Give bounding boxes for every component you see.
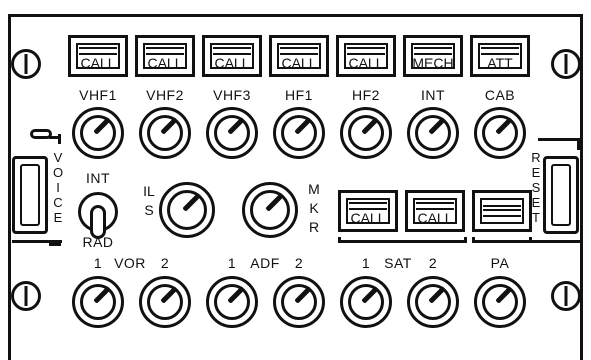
mkr-label: MKR [308,181,320,235]
call-button-label: MECH [412,55,454,71]
volume-knob-int[interactable] [407,107,459,159]
call-button-att[interactable]: ATT [470,35,530,77]
knob-label-vhf3: VHF3 [213,87,251,103]
call-button-label: CALL [281,55,317,71]
ils-volume-knob[interactable] [159,182,215,238]
call-button-label: CALL [348,55,384,71]
call-button-label: CALL [350,210,386,226]
volume-knob-vor2[interactable] [139,276,191,328]
pa-label: PA [490,255,510,271]
call-button-label: CALL [147,55,183,71]
call-button-vhf1[interactable]: CALL [68,35,128,77]
reset-switch[interactable] [543,156,579,234]
screw-icon-bottom-left [11,281,41,311]
mkr-volume-knob[interactable] [242,182,298,238]
reset-bracket-vertical [577,138,580,150]
volume-knob-sat1[interactable] [340,276,392,328]
volume-knob-sat2[interactable] [407,276,459,328]
call-button-hf1[interactable]: CALL [269,35,329,77]
volume-knob-adf2[interactable] [273,276,325,328]
screw-icon-top-right [551,49,581,79]
volume-knob-adf1[interactable] [206,276,258,328]
knob-label-cab: CAB [484,87,516,103]
reset-bracket-bottom [530,240,580,243]
call-button-label: CALL [214,55,250,71]
vor-1-label: 1 [93,255,103,271]
call-button-label: CALL [80,55,116,71]
volume-knob-vhf1[interactable] [72,107,124,159]
call-button-vhf2[interactable]: CALL [135,35,195,77]
pa-bracket [472,237,532,243]
pa-button[interactable] [472,190,532,232]
volume-knob-vhf3[interactable] [206,107,258,159]
volume-knob-hf2[interactable] [340,107,392,159]
voice-bracket-bottom [12,240,62,243]
knob-label-hf1: HF1 [285,87,313,103]
screw-icon-bottom-right [551,281,581,311]
voice-switch[interactable] [12,156,48,234]
knob-label-vhf1: VHF1 [79,87,117,103]
adf-1-label: 1 [227,255,237,271]
int-label: INT [85,170,111,186]
int-rad-toggle[interactable] [78,192,118,239]
reset-bracket [538,138,580,141]
vor-2-label: 2 [160,255,170,271]
sat-label: SAT [384,255,412,271]
call-button-label: CALL [417,210,453,226]
adf-2-label: 2 [294,255,304,271]
knob-label-int: INT [420,87,446,103]
ils-label: ILS [143,183,155,218]
call-button-sat1[interactable]: CALL [338,190,398,232]
sat-1-label: 1 [361,255,371,271]
voice-bracket-vertical [58,134,61,144]
call-button-hf2[interactable]: CALL [336,35,396,77]
call-button-vhf3[interactable]: CALL [202,35,262,77]
adf-label: ADF [250,255,280,271]
volume-knob-hf1[interactable] [273,107,325,159]
volume-knob-cab[interactable] [474,107,526,159]
vor-label: VOR [114,255,146,271]
knob-label-hf2: HF2 [352,87,380,103]
sat-bracket [338,237,467,243]
rad-label: RAD [82,234,114,250]
audio-control-panel: CALL CALL CALL CALL CALL MECH ATT VHF1 V… [0,0,591,360]
screw-icon-top-left [11,49,41,79]
knob-label-vhf2: VHF2 [146,87,184,103]
call-button-label: ATT [487,55,513,71]
volume-knob-pa[interactable] [474,276,526,328]
volume-knob-vor1[interactable] [72,276,124,328]
volume-knob-vhf2[interactable] [139,107,191,159]
voice-label: VOICE [52,150,64,225]
sat-2-label: 2 [428,255,438,271]
call-button-mech[interactable]: MECH [403,35,463,77]
call-button-sat2[interactable]: CALL [405,190,465,232]
